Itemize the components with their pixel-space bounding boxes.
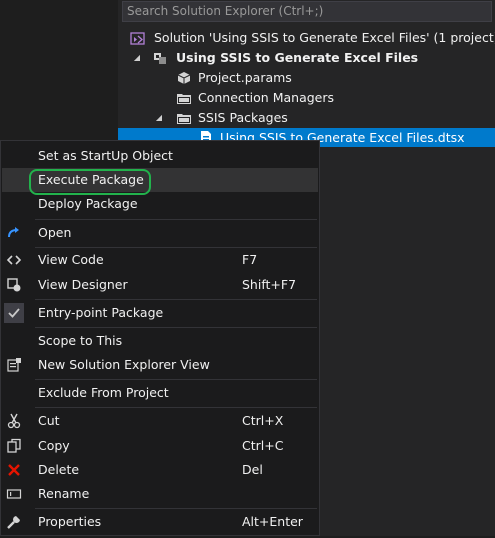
menu-item-shortcut: Shift+F7: [242, 277, 297, 292]
params-icon: [176, 70, 192, 86]
folder-icon: [176, 110, 192, 126]
tree-item-connection-managers[interactable]: Connection Managers: [130, 88, 490, 107]
checkmark-icon: [4, 303, 24, 323]
rename-icon: [6, 486, 22, 502]
menu-item-shortcut: Ctrl+C: [242, 438, 284, 453]
menu-item-shortcut: F7: [242, 252, 258, 267]
menu-separator: [35, 327, 317, 328]
menu-item-label: Cut: [38, 413, 60, 428]
context-menu: Set as StartUp Object Execute Package De…: [0, 140, 320, 536]
tree-item-solution-label: Solution 'Using SSIS to Generate Excel F…: [154, 30, 495, 45]
menu-separator: [35, 407, 317, 408]
menu-item-label: New Solution Explorer View: [38, 357, 210, 372]
menu-separator: [35, 379, 317, 380]
menu-item-label: View Code: [38, 252, 104, 267]
menu-item-shortcut: Ctrl+X: [242, 413, 284, 428]
expanded-arrow-icon[interactable]: ◢: [132, 48, 142, 67]
expanded-arrow-icon[interactable]: ◢: [154, 108, 164, 127]
menu-item-set-startup-object[interactable]: Set as StartUp Object: [2, 144, 318, 168]
menu-item-label: Exclude From Project: [38, 385, 169, 400]
menu-item-rename[interactable]: Rename: [2, 482, 318, 506]
open-arrow-icon: [6, 225, 22, 241]
menu-item-open[interactable]: Open: [2, 221, 318, 245]
copy-icon: [6, 438, 22, 454]
tree-item-solution[interactable]: Solution 'Using SSIS to Generate Excel F…: [130, 28, 495, 47]
menu-item-label: Rename: [38, 486, 90, 501]
menu-separator: [35, 508, 317, 509]
search-solution-explorer-input[interactable]: Search Solution Explorer (Ctrl+;): [122, 1, 492, 22]
menu-item-shortcut: Alt+Enter: [242, 514, 303, 529]
menu-item-delete[interactable]: Delete Del: [2, 458, 318, 482]
menu-item-view-designer[interactable]: View Designer Shift+F7: [2, 273, 318, 297]
scissors-icon: [6, 413, 22, 429]
tree-item-project-label: Using SSIS to Generate Excel Files: [176, 50, 419, 65]
tree-item-connection-managers-label: Connection Managers: [198, 90, 335, 105]
menu-item-entry-point-package[interactable]: Entry-point Package: [2, 301, 318, 325]
delete-x-icon: [6, 462, 22, 478]
ssis-project-icon: [152, 50, 168, 66]
wrench-icon: [6, 514, 22, 530]
menu-item-label: Deploy Package: [38, 196, 138, 211]
menu-item-shortcut: Del: [242, 462, 263, 477]
menu-item-copy[interactable]: Copy Ctrl+C: [2, 434, 318, 458]
designer-icon: [6, 277, 22, 293]
menu-item-label: Delete: [38, 462, 80, 477]
menu-item-label: Properties: [38, 514, 102, 529]
tree-item-ssis-packages[interactable]: ◢ SSIS Packages: [130, 108, 490, 127]
menu-item-exclude-from-project[interactable]: Exclude From Project: [2, 381, 318, 405]
menu-item-cut[interactable]: Cut Ctrl+X: [2, 409, 318, 433]
solution-icon: [130, 30, 146, 46]
menu-separator: [35, 299, 317, 300]
code-brackets-icon: [6, 252, 22, 268]
menu-item-label: Entry-point Package: [38, 305, 164, 320]
menu-item-label: Open: [38, 225, 72, 240]
menu-item-label: View Designer: [38, 277, 128, 292]
menu-item-label: Scope to This: [38, 333, 123, 348]
menu-separator: [35, 219, 317, 220]
menu-item-deploy-package[interactable]: Deploy Package: [2, 192, 318, 216]
menu-item-label: Set as StartUp Object: [38, 148, 173, 163]
tree-item-project-params[interactable]: Project.params: [130, 68, 490, 87]
tree-item-ssis-packages-label: SSIS Packages: [198, 110, 288, 125]
new-view-icon: [6, 357, 22, 373]
menu-item-view-code[interactable]: View Code F7: [2, 248, 318, 272]
menu-item-new-solution-explorer-view[interactable]: New Solution Explorer View: [2, 353, 318, 377]
menu-item-scope-to-this[interactable]: Scope to This: [2, 329, 318, 353]
tree-item-project[interactable]: ◢ Using SSIS to Generate Excel Files: [130, 48, 490, 67]
menu-item-properties[interactable]: Properties Alt+Enter: [2, 510, 318, 534]
folder-icon: [176, 90, 192, 106]
tree-item-project-params-label: Project.params: [198, 70, 292, 85]
menu-item-label: Copy: [38, 438, 70, 453]
